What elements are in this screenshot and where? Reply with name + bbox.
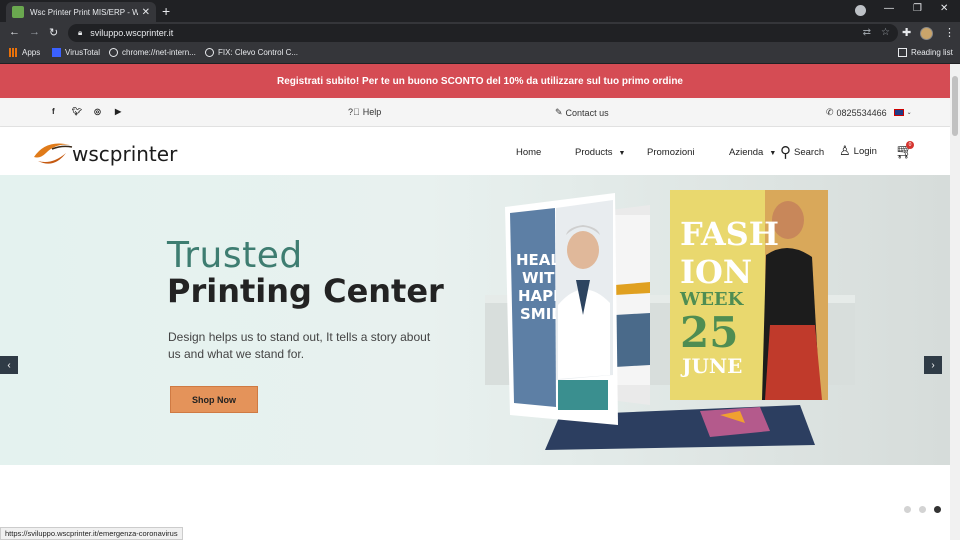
menu-icon[interactable]: ⋮: [944, 26, 955, 39]
slider-dot[interactable]: [919, 506, 926, 513]
bookmark-virustotal[interactable]: VirusTotal: [52, 48, 100, 57]
chevron-down-icon[interactable]: ⌄: [907, 109, 912, 116]
site-header: wscprinter Home Products ▼ Promozioni Azi…: [0, 127, 950, 175]
reload-icon[interactable]: ↻: [49, 26, 58, 39]
slider-dot-active[interactable]: [934, 506, 941, 513]
status-url-bar: https://sviluppo.wscprinter.it/emergenza…: [0, 527, 183, 540]
reading-list-icon: [898, 48, 907, 57]
bookmark-apps[interactable]: Apps: [9, 48, 40, 57]
nav-login-label: Login: [853, 145, 877, 157]
site-favicon-icon: [12, 6, 24, 18]
nav-company[interactable]: Azienda ▼: [729, 147, 776, 158]
fashion-poster-line: JUNE: [680, 354, 742, 378]
new-tab-button[interactable]: +: [162, 3, 170, 19]
apps-grid-icon: [9, 48, 18, 57]
extensions-icon[interactable]: ✚: [902, 26, 911, 39]
bookmark-clevo[interactable]: FIX: Clevo Control C...: [205, 48, 298, 57]
globe-icon: [205, 48, 214, 57]
browser-tab[interactable]: Wsc Printer Print MIS/ERP - Web ✕: [6, 2, 156, 22]
tab-title: Wsc Printer Print MIS/ERP - Web: [30, 7, 138, 17]
fashion-poster-line: 25: [680, 308, 738, 357]
promo-text: Registrati subito! Per te un buono SCONT…: [277, 75, 683, 87]
lock-icon: 🔒︎: [78, 28, 83, 37]
uk-flag-icon[interactable]: [893, 109, 904, 116]
nav-products-label: Products: [575, 147, 613, 158]
youtube-icon[interactable]: ▶: [115, 107, 121, 116]
phone-number: 0825534466: [836, 107, 887, 118]
nav-home[interactable]: Home: [516, 147, 541, 158]
contact-link[interactable]: ✎ Contact us: [555, 107, 609, 118]
nav-search-label: Search: [794, 146, 825, 158]
close-tab-icon[interactable]: ✕: [142, 7, 150, 18]
hero-description: Design helps us to stand out, It tells a…: [168, 330, 431, 361]
cart-count-badge: 0: [906, 141, 914, 149]
search-icon: ⚲: [780, 144, 791, 161]
slider-prev-button[interactable]: ‹: [0, 356, 18, 374]
nav-login[interactable]: ♙ Login: [839, 143, 877, 159]
twitter-icon[interactable]: 🐦︎: [72, 107, 82, 116]
tab-search-icon[interactable]: [855, 5, 866, 16]
facebook-icon[interactable]: f: [52, 107, 55, 116]
close-window-icon[interactable]: ✕: [940, 3, 948, 14]
nav-promotions[interactable]: Promozioni: [647, 147, 695, 158]
bookmark-label: VirusTotal: [65, 48, 100, 57]
restore-icon[interactable]: ❐: [913, 3, 922, 14]
nav-search[interactable]: ⚲ Search: [780, 143, 824, 161]
profile-avatar[interactable]: [920, 27, 933, 40]
slider-next-button[interactable]: ›: [924, 356, 942, 374]
edit-icon: ✎: [555, 107, 563, 117]
browser-toolbar: ← → ↻ 🔒︎ sviluppo.wscprinter.it ⇄ ☆ ✚ ⋮: [0, 22, 960, 44]
hero-print-products-image: HEALTH WITH HAPPY SMILE FASH ION WEEK 25…: [485, 190, 855, 450]
caret-down-icon: ▼: [618, 150, 626, 157]
question-icon: ?⃝: [348, 107, 360, 117]
phone-link[interactable]: ✆ 0825534466 ⌄: [826, 107, 912, 118]
virustotal-icon: [52, 48, 61, 57]
scrollbar-thumb[interactable]: [952, 76, 958, 136]
reading-list[interactable]: Reading list: [898, 48, 953, 57]
help-label: Help: [362, 107, 382, 117]
back-icon[interactable]: ←: [9, 26, 20, 38]
contact-label: Contact us: [565, 107, 609, 118]
address-bar[interactable]: 🔒︎ sviluppo.wscprinter.it ⇄ ☆: [68, 24, 898, 42]
promo-banner[interactable]: Registrati subito! Per te un buono SCONT…: [0, 64, 960, 98]
slider-dot[interactable]: [904, 506, 911, 513]
shop-now-button[interactable]: Shop Now: [170, 386, 258, 413]
help-link[interactable]: ?⃝ Help: [348, 107, 381, 117]
wscprinter-logo[interactable]: wscprinter: [32, 135, 182, 167]
svg-text:wscprinter: wscprinter: [72, 142, 178, 166]
caret-down-icon: ▼: [769, 150, 777, 157]
fashion-poster-line: ION: [680, 253, 752, 291]
bookmark-star-icon[interactable]: ☆: [881, 27, 890, 38]
hero-title-line1: Trusted: [167, 235, 303, 276]
bookmarks-bar: Apps VirusTotal chrome://net-intern... F…: [0, 44, 960, 64]
translate-icon[interactable]: ⇄: [863, 27, 871, 38]
globe-icon: [109, 48, 118, 57]
bookmark-label: chrome://net-intern...: [122, 48, 196, 57]
user-icon: ♙: [839, 143, 851, 158]
url-text: sviluppo.wscprinter.it: [90, 28, 174, 38]
hero-title-line2: Printing Center: [167, 272, 444, 310]
bookmark-net-internals[interactable]: chrome://net-intern...: [109, 48, 196, 57]
bookmark-label: FIX: Clevo Control C...: [218, 48, 299, 57]
top-info-bar: f 🐦︎ ◎ ▶ ?⃝ Help ✎ Contact us ✆ 08255344…: [0, 98, 950, 127]
forward-icon[interactable]: →: [29, 26, 40, 38]
instagram-icon[interactable]: ◎: [94, 107, 101, 116]
nav-products[interactable]: Products ▼: [575, 147, 625, 158]
phone-icon: ✆: [826, 107, 834, 117]
minimize-icon[interactable]: —: [884, 3, 894, 14]
bookmark-label: Apps: [22, 48, 41, 57]
page-scrollbar[interactable]: [950, 64, 960, 540]
nav-company-label: Azienda: [729, 147, 764, 158]
reading-list-label: Reading list: [911, 48, 953, 57]
fashion-poster-line: WEEK: [679, 289, 745, 310]
hero-slider: Trusted Printing Center Design helps us …: [0, 175, 950, 465]
fashion-poster-line: FASH: [680, 215, 779, 253]
browser-tab-bar: Wsc Printer Print MIS/ERP - Web ✕ + — ❐ …: [0, 0, 960, 22]
